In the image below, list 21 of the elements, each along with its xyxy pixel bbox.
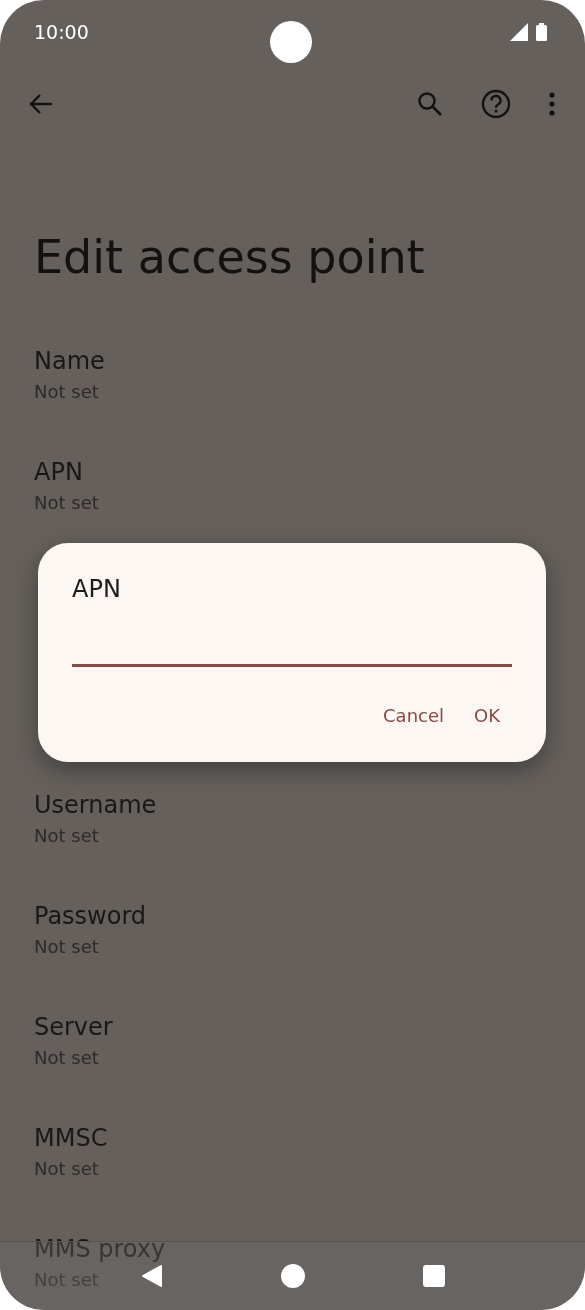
recents-icon[interactable] <box>422 1265 445 1287</box>
help-icon[interactable] <box>481 89 511 119</box>
back-icon[interactable] <box>140 1264 163 1288</box>
status-time: 10:00 <box>34 21 90 43</box>
setting-label: Username <box>34 790 157 821</box>
setting-label: Password <box>34 901 147 932</box>
battery-icon <box>536 23 547 41</box>
dialog-title: APN <box>72 574 122 605</box>
setting-label: MMSC <box>34 1123 108 1154</box>
setting-label: Server <box>34 1012 113 1043</box>
camera-hole <box>269 21 312 63</box>
dialog-button[interactable]: OK <box>462 697 512 734</box>
back-arrow-icon[interactable] <box>28 92 54 116</box>
home-icon[interactable] <box>280 1264 305 1288</box>
dialog-button[interactable]: Cancel <box>371 697 456 734</box>
more-options-icon[interactable] <box>549 92 555 116</box>
setting-label: Name <box>34 346 105 377</box>
search-icon[interactable] <box>417 91 443 117</box>
signal-icon <box>510 23 528 41</box>
setting-label: APN <box>34 457 83 488</box>
page-title: Edit access point <box>34 230 426 286</box>
